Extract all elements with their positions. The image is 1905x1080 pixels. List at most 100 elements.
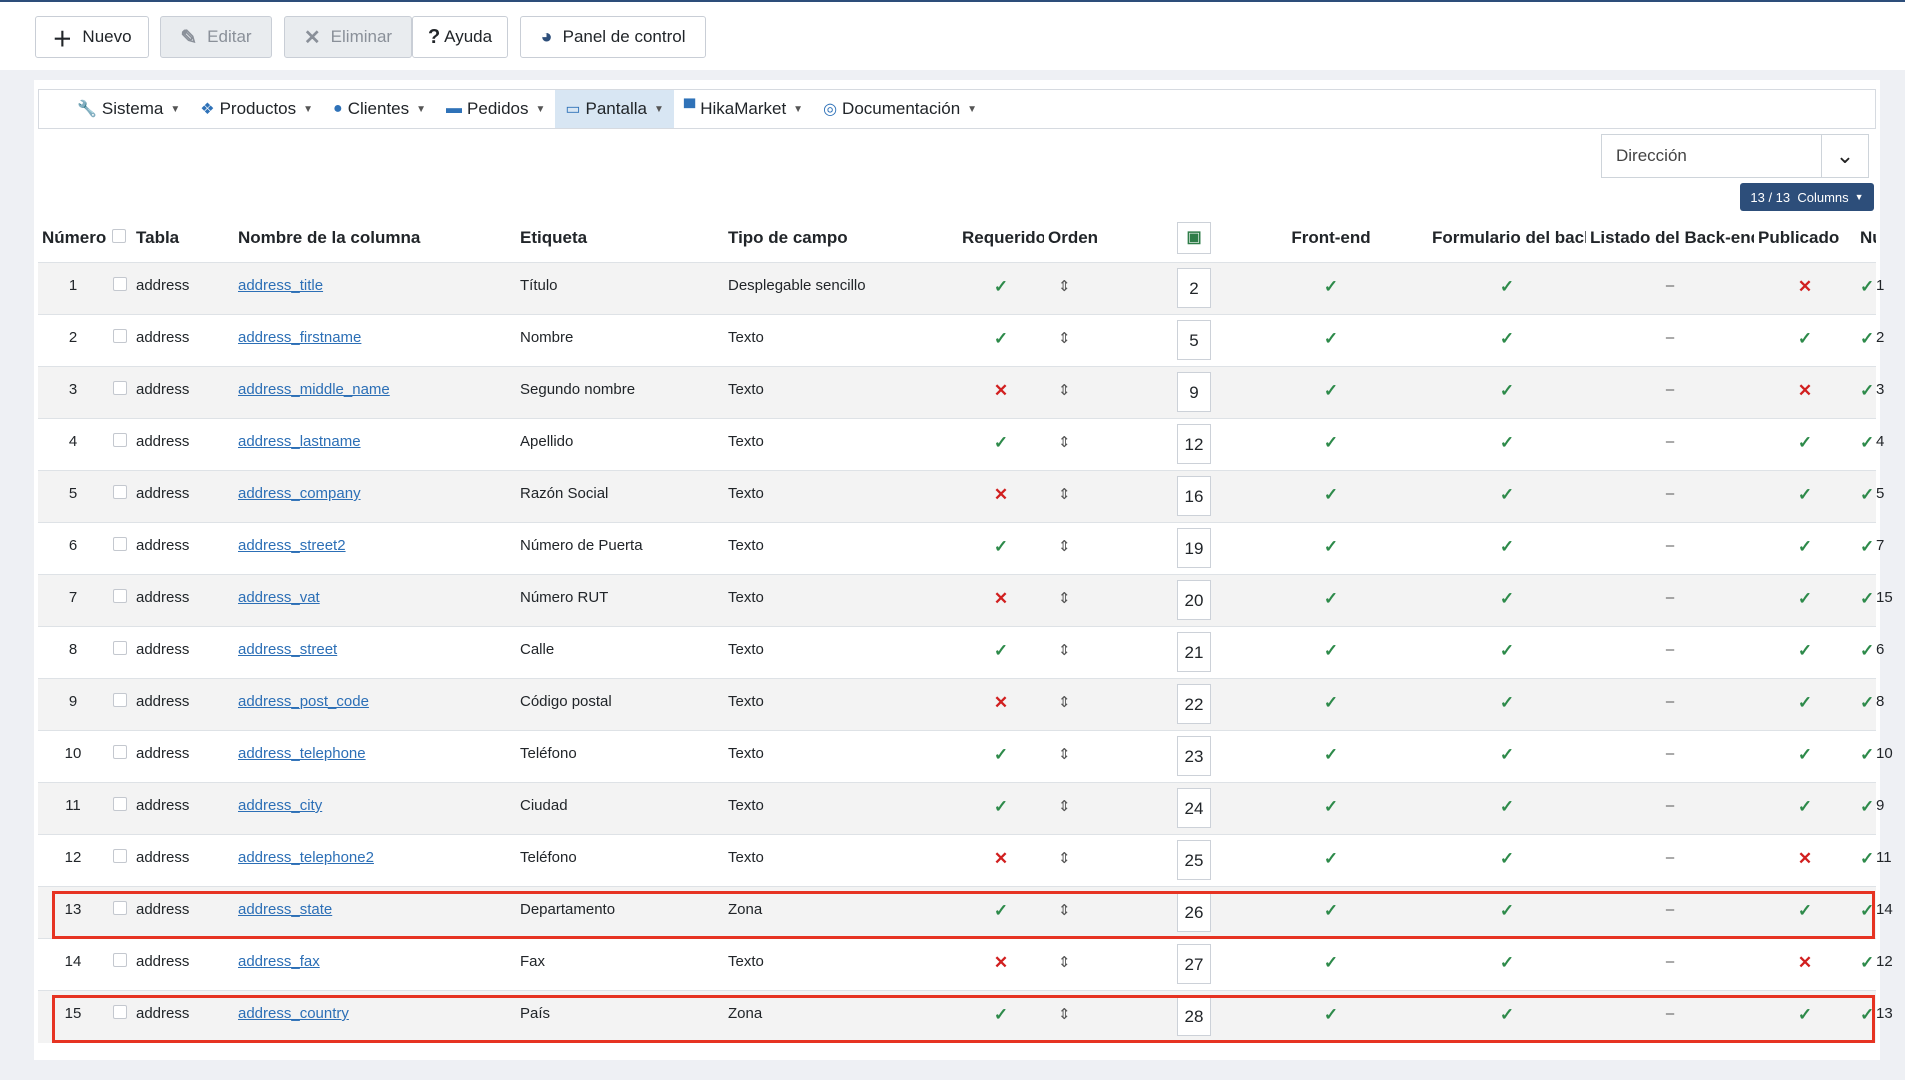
row-checkbox[interactable] [113, 329, 127, 343]
row-frontend-toggle[interactable]: ✓ [1234, 626, 1428, 679]
check-icon[interactable]: ✓ [1860, 849, 1874, 868]
row-required-toggle[interactable]: ✕ [958, 678, 1044, 731]
check-icon[interactable]: ✓ [1860, 329, 1874, 348]
check-icon[interactable]: ✓ [1500, 1005, 1514, 1024]
col-header-orden[interactable]: Orden [1044, 214, 1154, 263]
col-header-nombre[interactable]: Nombre de la columna [234, 214, 516, 263]
row-column-name-link[interactable]: address_telephone [238, 745, 366, 762]
cross-icon[interactable]: ✕ [994, 953, 1008, 972]
menu-item-pantalla[interactable]: ▭ Pantalla ▼ [555, 90, 674, 128]
col-header-listado-backend[interactable]: Listado del Back-end [1586, 214, 1754, 263]
table-filter-select[interactable]: Dirección ⌄ [1601, 134, 1869, 178]
cross-icon[interactable]: ✕ [994, 589, 1008, 608]
cross-icon[interactable]: ✕ [1798, 849, 1812, 868]
row-core-toggle[interactable]: ✓ [1856, 886, 1876, 939]
row-order-input[interactable]: 5 [1177, 320, 1211, 360]
row-core-toggle[interactable]: ✓ [1856, 418, 1876, 471]
drag-handle-icon[interactable]: ⇕ [1058, 850, 1071, 867]
save-order-icon[interactable]: ▣ [1177, 222, 1211, 254]
row-required-toggle[interactable]: ✓ [958, 418, 1044, 471]
row-frontend-toggle[interactable]: ✓ [1234, 886, 1428, 939]
row-required-toggle[interactable]: ✓ [958, 626, 1044, 679]
check-icon[interactable]: ✓ [1860, 277, 1874, 296]
check-icon[interactable]: ✓ [994, 433, 1008, 452]
row-order-input[interactable]: 28 [1177, 996, 1211, 1036]
row-checkbox[interactable] [113, 641, 127, 655]
row-frontend-toggle[interactable]: ✓ [1234, 470, 1428, 523]
row-checkbox[interactable] [113, 1005, 127, 1019]
drag-handle-icon[interactable]: ⇕ [1058, 330, 1071, 347]
check-icon[interactable]: ✓ [1500, 485, 1514, 504]
check-icon[interactable]: ✓ [1500, 953, 1514, 972]
row-column-name-link[interactable]: address_state [238, 901, 332, 918]
row-order-input[interactable]: 20 [1177, 580, 1211, 620]
row-published-toggle[interactable]: ✓ [1754, 574, 1856, 627]
row-checkbox[interactable] [113, 901, 127, 915]
row-checkbox[interactable] [113, 589, 127, 603]
row-published-toggle[interactable]: ✓ [1754, 314, 1856, 367]
check-icon[interactable]: ✓ [1798, 901, 1812, 920]
check-icon[interactable]: ✓ [1500, 537, 1514, 556]
check-icon[interactable]: ✓ [1500, 849, 1514, 868]
row-column-name-link[interactable]: address_middle_name [238, 381, 390, 398]
check-icon[interactable]: ✓ [1500, 641, 1514, 660]
row-required-toggle[interactable]: ✕ [958, 470, 1044, 523]
row-backend-form-toggle[interactable]: ✓ [1428, 522, 1586, 575]
check-icon[interactable]: ✓ [1798, 1005, 1812, 1024]
row-published-toggle[interactable]: ✓ [1754, 782, 1856, 835]
row-core-toggle[interactable]: ✓ [1856, 522, 1876, 575]
row-published-toggle[interactable]: ✓ [1754, 990, 1856, 1043]
row-core-toggle[interactable]: ✓ [1856, 262, 1876, 315]
row-order-input[interactable]: 22 [1177, 684, 1211, 724]
check-icon[interactable]: ✓ [1324, 589, 1338, 608]
row-core-toggle[interactable]: ✓ [1856, 678, 1876, 731]
row-column-name-link[interactable]: address_country [238, 1005, 349, 1022]
check-icon[interactable]: ✓ [1324, 329, 1338, 348]
row-order-input[interactable]: 19 [1177, 528, 1211, 568]
row-column-name-link[interactable]: address_street2 [238, 537, 346, 554]
check-icon[interactable]: ✓ [1860, 433, 1874, 452]
check-icon[interactable]: ✓ [994, 745, 1008, 764]
row-core-toggle[interactable]: ✓ [1856, 782, 1876, 835]
check-icon[interactable]: ✓ [1860, 745, 1874, 764]
row-backend-form-toggle[interactable]: ✓ [1428, 678, 1586, 731]
menu-item-productos[interactable]: ❖ Productos ▼ [190, 90, 323, 128]
row-checkbox[interactable] [113, 745, 127, 759]
row-order-input[interactable]: 16 [1177, 476, 1211, 516]
row-backend-form-toggle[interactable]: ✓ [1428, 990, 1586, 1043]
cross-icon[interactable]: ✕ [994, 693, 1008, 712]
row-order-input[interactable]: 24 [1177, 788, 1211, 828]
row-frontend-toggle[interactable]: ✓ [1234, 366, 1428, 419]
check-icon[interactable]: ✓ [994, 797, 1008, 816]
row-frontend-toggle[interactable]: ✓ [1234, 834, 1428, 887]
row-frontend-toggle[interactable]: ✓ [1234, 418, 1428, 471]
check-icon[interactable]: ✓ [1500, 745, 1514, 764]
row-frontend-toggle[interactable]: ✓ [1234, 938, 1428, 991]
col-header-tabla[interactable]: Tabla [132, 214, 234, 263]
row-frontend-toggle[interactable]: ✓ [1234, 782, 1428, 835]
cross-icon[interactable]: ✕ [994, 485, 1008, 504]
check-icon[interactable]: ✓ [1860, 485, 1874, 504]
row-checkbox[interactable] [113, 953, 127, 967]
row-column-name-link[interactable]: address_title [238, 277, 323, 294]
new-button[interactable]: ＋ Nuevo [35, 16, 149, 58]
drag-handle-icon[interactable]: ⇕ [1058, 1006, 1071, 1023]
row-checkbox[interactable] [113, 381, 127, 395]
row-backend-form-toggle[interactable]: ✓ [1428, 314, 1586, 367]
row-order-input[interactable]: 23 [1177, 736, 1211, 776]
row-backend-form-toggle[interactable]: ✓ [1428, 470, 1586, 523]
drag-handle-icon[interactable]: ⇕ [1058, 694, 1071, 711]
row-core-toggle[interactable]: ✓ [1856, 366, 1876, 419]
check-icon[interactable]: ✓ [994, 641, 1008, 660]
check-icon[interactable]: ✓ [1324, 1005, 1338, 1024]
row-required-toggle[interactable]: ✓ [958, 522, 1044, 575]
select-all-checkbox[interactable] [112, 229, 126, 243]
check-icon[interactable]: ✓ [1324, 381, 1338, 400]
check-icon[interactable]: ✓ [994, 537, 1008, 556]
col-header-form-backend[interactable]: Formulario del back-end [1428, 214, 1586, 263]
check-icon[interactable]: ✓ [1860, 1005, 1874, 1024]
check-icon[interactable]: ✓ [1798, 693, 1812, 712]
check-icon[interactable]: ✓ [1324, 953, 1338, 972]
row-published-toggle[interactable]: ✓ [1754, 522, 1856, 575]
check-icon[interactable]: ✓ [1860, 901, 1874, 920]
